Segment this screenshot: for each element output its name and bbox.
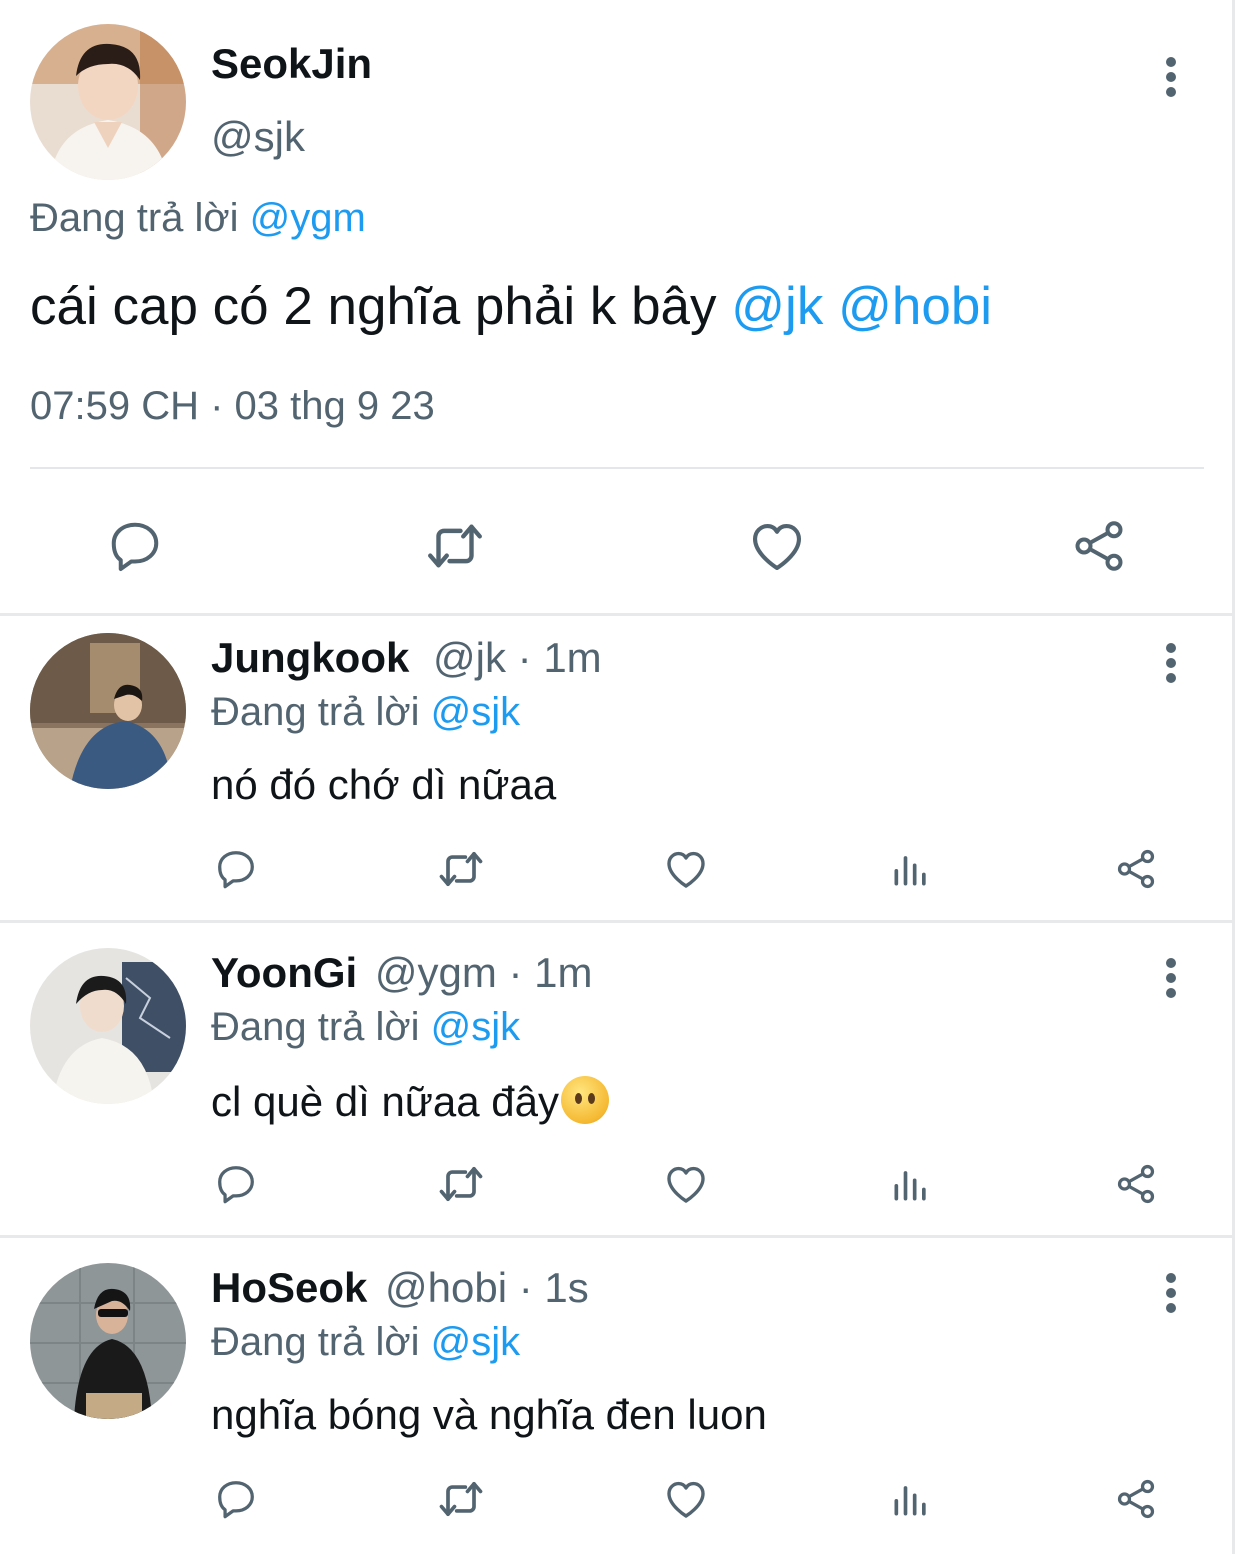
reply-header: Jungkook @jk · 1m [211,634,602,682]
reply-text: nó đó chớ dì nữaa [211,761,557,808]
more-options-icon[interactable] [1166,958,1178,1003]
replying-to: Đang trả lời @ygm [30,196,366,241]
avatar[interactable] [30,633,186,789]
reply-icon[interactable] [208,841,264,897]
avatar-photo [30,948,186,1104]
like-icon[interactable] [658,841,714,897]
share-icon[interactable] [1108,841,1164,897]
retweet-icon[interactable] [433,1471,489,1527]
tweet-actions [0,505,1232,577]
handle-time: @ygm · 1m [374,949,593,996]
reply-actions [0,1156,1232,1212]
retweet-icon[interactable] [420,511,490,581]
handle-time: @jk · 1m [433,634,602,681]
avatar-photo [30,1263,186,1419]
replying-to-mention[interactable]: @sjk [431,1005,521,1049]
divider [0,920,1232,923]
replying-to-label: Đang trả lời [30,196,239,240]
reply-text: nghĩa bóng và nghĩa đen luon [211,1391,767,1438]
display-name[interactable]: Jungkook [211,634,409,681]
tweet-body: cái cap có 2 nghĩa phải k bây [30,277,717,336]
handle-time: @hobi · 1s [385,1264,589,1311]
reply-actions [0,841,1232,897]
reply-tweet[interactable]: HoSeok @hobi · 1s Đang trả lời @sjk nghĩ… [0,1246,1232,1554]
analytics-icon[interactable] [883,1471,939,1527]
reply-body: cl què dì nữaa đây [211,1078,560,1125]
display-name[interactable]: YoonGi [211,949,357,996]
divider [0,1235,1232,1238]
replying-to-mention[interactable]: @sjk [431,1320,521,1364]
display-name[interactable]: SeokJin [211,40,372,88]
avatar-photo [30,633,186,789]
replying-to: Đang trả lời @sjk [211,690,520,735]
reply-header: YoonGi @ygm · 1m [211,949,593,997]
user-handle[interactable]: @sjk [211,113,305,161]
tweet-timestamp[interactable]: 07:59 CH · 03 thg 9 23 [30,384,435,429]
reply-icon[interactable] [208,1156,264,1212]
more-options-icon[interactable] [1166,643,1178,688]
display-name[interactable]: HoSeok [211,1264,367,1311]
replying-to: Đang trả lời @sjk [211,1320,520,1365]
retweet-icon[interactable] [433,1156,489,1212]
tweet-thread-page: SeokJin @sjk Đang trả lời @ygm cái cap c… [0,0,1235,1554]
avatar[interactable] [30,948,186,1104]
replying-to-mention[interactable]: @ygm [250,196,366,240]
like-icon[interactable] [658,1471,714,1527]
face-without-mouth-emoji [561,1076,610,1124]
reply-text: cl què dì nữaa đây [211,1076,610,1126]
divider [30,467,1204,469]
main-tweet: SeokJin @sjk Đang trả lời @ygm cái cap c… [0,0,1232,614]
reply-tweet[interactable]: Jungkook @jk · 1m Đang trả lời @sjk nó đ… [0,616,1232,926]
reply-actions [0,1471,1232,1527]
replying-to-label: Đang trả lời [211,690,420,734]
like-icon[interactable] [742,511,812,581]
avatar[interactable] [30,24,186,180]
share-icon[interactable] [1108,1471,1164,1527]
share-icon[interactable] [1108,1156,1164,1212]
mention-link[interactable]: @hobi [838,277,992,336]
reply-tweet[interactable]: YoonGi @ygm · 1m Đang trả lời @sjk cl qu… [0,931,1232,1241]
more-options-icon[interactable] [1166,57,1178,102]
reply-header: HoSeok @hobi · 1s [211,1264,589,1312]
analytics-icon[interactable] [883,1156,939,1212]
replying-to-mention[interactable]: @sjk [431,690,521,734]
analytics-icon[interactable] [883,841,939,897]
tweet-text: cái cap có 2 nghĩa phải k bây @jk @hobi [30,276,992,337]
replying-to: Đang trả lời @sjk [211,1005,520,1050]
avatar-photo [30,24,186,180]
replying-to-label: Đang trả lời [211,1320,420,1364]
reply-icon[interactable] [208,1471,264,1527]
mention-link[interactable]: @jk [731,277,823,336]
retweet-icon[interactable] [433,841,489,897]
share-icon[interactable] [1064,511,1134,581]
avatar[interactable] [30,1263,186,1419]
like-icon[interactable] [658,1156,714,1212]
replying-to-label: Đang trả lời [211,1005,420,1049]
reply-icon[interactable] [100,511,170,581]
more-options-icon[interactable] [1166,1273,1178,1318]
